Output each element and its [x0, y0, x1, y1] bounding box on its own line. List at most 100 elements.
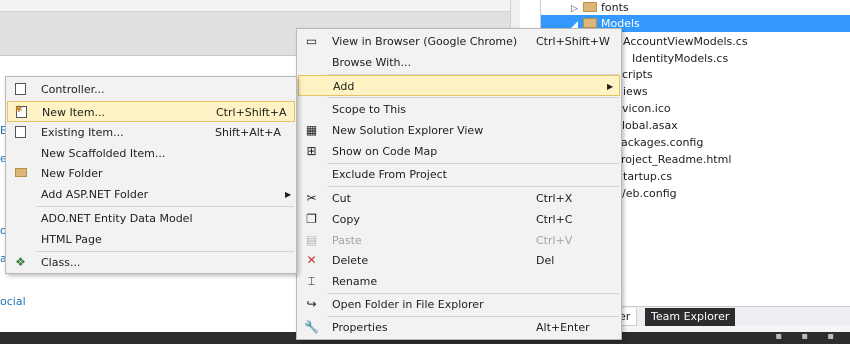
existing-item-icon	[13, 125, 28, 140]
menu-item-shortcut: Ctrl+X	[536, 192, 573, 205]
submenu-item-controller[interactable]: Controller...	[7, 79, 295, 100]
menu-item-label: New Folder	[41, 167, 103, 180]
menu-item-exclude-from-project[interactable]: Exclude From Project	[298, 164, 620, 185]
submenu-item-add-aspnet-folder[interactable]: Add ASP.NET Folder ▶	[7, 184, 295, 205]
submenu-item-new-item[interactable]: ✱ New Item... Ctrl+Shift+A	[7, 101, 295, 122]
new-view-icon: ▦	[305, 123, 318, 137]
menu-item-rename[interactable]: ⌶ Rename	[298, 271, 620, 292]
menu-item-shortcut: Ctrl+V	[536, 234, 573, 247]
menu-item-view-in-browser[interactable]: ▭ View in Browser (Google Chrome) Ctrl+S…	[298, 31, 620, 52]
menu-item-label: New Solution Explorer View	[332, 124, 484, 137]
tree-item-file[interactable]: /eb.config	[622, 185, 677, 202]
tree-item-label: IdentityModels.cs	[632, 52, 729, 65]
folder-icon	[583, 2, 597, 12]
code-map-icon: ⊞	[306, 144, 317, 158]
status-bar-icons: ▪ ▪ ▪	[775, 331, 842, 342]
submenu-item-existing-item[interactable]: Existing Item... Shift+Alt+A	[7, 122, 295, 143]
menu-item-open-folder[interactable]: ↪ Open Folder in File Explorer	[298, 294, 620, 315]
copy-icon: ❐	[306, 212, 317, 226]
browser-icon: ▭	[305, 34, 318, 48]
tree-item-label: roject_Readme.html	[621, 153, 732, 166]
folder-open-icon	[583, 18, 597, 28]
tree-item-label: vicon.ico	[622, 102, 671, 115]
submenu-item-ado-net-entity-data-model[interactable]: ADO.NET Entity Data Model	[7, 208, 295, 229]
menu-item-label: View in Browser (Google Chrome)	[332, 35, 518, 48]
tree-item-folder[interactable]: cripts	[622, 66, 653, 83]
tree-item-label: fonts	[601, 1, 629, 14]
menu-item-shortcut: Ctrl+C	[536, 213, 573, 226]
tree-item-file[interactable]: ackages.config	[621, 134, 703, 151]
menu-item-label: Delete	[332, 254, 369, 267]
menu-item-label: Paste	[332, 234, 362, 247]
menu-item-label: Controller...	[41, 83, 105, 96]
submenu-arrow-icon: ▶	[607, 82, 614, 91]
tree-item-file[interactable]: IdentityModels.cs	[632, 50, 728, 67]
tree-item-fonts[interactable]: ▷ fonts	[571, 0, 629, 16]
add-submenu: Controller... ✱ New Item... Ctrl+Shift+A…	[5, 76, 297, 274]
menu-item-label: Add	[333, 80, 355, 93]
menu-item-scope-to-this[interactable]: Scope to This	[298, 99, 620, 120]
submenu-item-new-scaffolded-item[interactable]: New Scaffolded Item...	[7, 143, 295, 164]
menu-item-label: Exclude From Project	[332, 168, 447, 181]
open-folder-icon: ↪	[306, 297, 317, 311]
menu-item-label: Rename	[332, 275, 378, 288]
tree-item-label: iews	[623, 85, 648, 98]
menu-item-cut[interactable]: ✂ Cut Ctrl+X	[298, 188, 620, 209]
menu-item-copy[interactable]: ❐ Copy Ctrl+C	[298, 209, 620, 230]
menu-item-label: Open Folder in File Explorer	[332, 298, 484, 311]
submenu-item-new-folder[interactable]: New Folder	[7, 163, 295, 184]
menu-item-new-solution-explorer-view[interactable]: ▦ New Solution Explorer View	[298, 120, 620, 141]
editor-top-strip	[0, 0, 510, 12]
tree-item-label: AccountViewModels.cs	[623, 35, 748, 48]
tree-item-file[interactable]: AccountViewModels.cs	[623, 33, 748, 50]
menu-item-add[interactable]: Add ▶	[298, 75, 620, 96]
menu-item-shortcut: Shift+Alt+A	[215, 126, 281, 139]
tree-item-label: cripts	[622, 68, 653, 81]
menu-separator	[36, 206, 294, 207]
menu-item-label: Existing Item...	[41, 126, 124, 139]
menu-separator	[327, 97, 619, 98]
menu-item-shortcut: Ctrl+Shift+W	[536, 35, 610, 48]
tree-item-label: ackages.config	[621, 136, 704, 149]
menu-item-paste[interactable]: ▤ Paste Ctrl+V	[298, 230, 620, 251]
menu-item-show-on-code-map[interactable]: ⊞ Show on Code Map	[298, 141, 620, 162]
menu-item-label: Add ASP.NET Folder	[41, 188, 149, 201]
menu-item-shortcut: Ctrl+Shift+A	[216, 106, 287, 119]
submenu-arrow-icon: ▶	[285, 190, 292, 199]
scissors-icon: ✂	[306, 191, 317, 205]
menu-item-delete[interactable]: ✕ Delete Del	[298, 250, 620, 271]
menu-item-shortcut: Del	[536, 254, 555, 267]
menu-item-label: Cut	[332, 192, 351, 205]
tree-item-file[interactable]: tartup.cs	[623, 168, 672, 185]
paste-icon: ▤	[305, 233, 318, 247]
tree-item-folder[interactable]: iews	[623, 83, 648, 100]
submenu-item-class[interactable]: ❖ Class...	[7, 252, 295, 273]
rename-icon: ⌶	[307, 274, 316, 288]
menu-separator	[327, 186, 619, 187]
tree-item-file[interactable]: vicon.ico	[622, 100, 671, 117]
controller-icon	[13, 82, 28, 97]
folder-icon	[13, 166, 28, 181]
editor-link[interactable]: ocial	[0, 295, 26, 308]
tree-item-label: /eb.config	[622, 187, 677, 200]
menu-item-properties[interactable]: 🔧 Properties Alt+Enter	[298, 317, 620, 338]
menu-item-label: Scope to This	[332, 103, 407, 116]
tree-item-label: lobal.asax	[622, 119, 678, 132]
menu-item-label: New Item...	[42, 106, 106, 119]
tree-item-label: tartup.cs	[623, 170, 673, 183]
menu-item-label: Show on Code Map	[332, 145, 438, 158]
tab-team-explorer[interactable]: Team Explorer	[645, 308, 736, 326]
menu-item-label: Copy	[332, 213, 360, 226]
delete-icon: ✕	[306, 253, 317, 267]
menu-item-label: ADO.NET Entity Data Model	[41, 212, 193, 225]
menu-item-shortcut: Alt+Enter	[536, 321, 590, 334]
menu-item-label: Browse With...	[332, 56, 412, 69]
tree-item-file[interactable]: lobal.asax	[622, 117, 678, 134]
class-icon: ❖	[15, 255, 26, 269]
submenu-item-html-page[interactable]: HTML Page	[7, 229, 295, 250]
menu-item-label: Properties	[332, 321, 388, 334]
menu-item-label: Class...	[41, 256, 81, 269]
tree-item-file[interactable]: roject_Readme.html	[621, 151, 731, 168]
menu-item-label: New Scaffolded Item...	[41, 147, 166, 160]
menu-item-browse-with[interactable]: Browse With...	[298, 52, 620, 73]
